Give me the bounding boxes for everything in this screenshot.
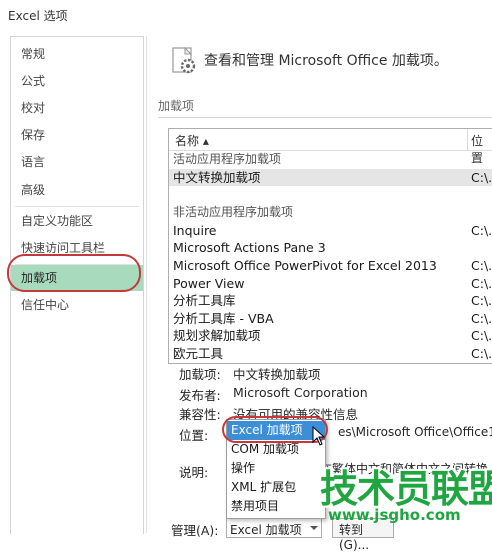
column-divider bbox=[467, 129, 468, 150]
highlight-ring bbox=[7, 254, 141, 292]
table-row[interactable]: Power View C:\... bbox=[169, 275, 492, 292]
title-bar: Excel 选项 bbox=[0, 0, 492, 30]
page-heading: 查看和管理 Microsoft Office 加载项。 bbox=[204, 53, 448, 69]
table-row[interactable]: Inquire C:\... bbox=[169, 222, 492, 239]
dropdown-option-actions[interactable]: 操作 bbox=[227, 459, 325, 478]
goto-button-label: 转到(G)... bbox=[339, 523, 370, 552]
table-row[interactable]: 中文转换加载项 C:\... bbox=[169, 169, 492, 186]
sidebar-item-proofing[interactable]: 校对 bbox=[11, 96, 143, 120]
sidebar-item-language[interactable]: 语言 bbox=[11, 150, 143, 174]
sidebar-item-customize-ribbon[interactable]: 自定义功能区 bbox=[11, 209, 143, 233]
window-title: Excel 选项 bbox=[8, 9, 68, 23]
manage-select[interactable]: Excel 加载项 bbox=[226, 518, 322, 538]
location-value: es\Microsoft Office\Office15 bbox=[338, 425, 492, 439]
table-row[interactable]: 规划求解加载项 C:\... bbox=[169, 327, 492, 344]
mouse-cursor-icon bbox=[312, 426, 326, 446]
section-title: 加载项 bbox=[158, 99, 195, 113]
sidebar-divider bbox=[15, 206, 139, 207]
group-header-inactive: 非活动应用程序加载项 bbox=[173, 205, 294, 219]
sidebar-item-save[interactable]: 保存 bbox=[11, 123, 143, 147]
sidebar-item-formulas[interactable]: 公式 bbox=[11, 69, 143, 93]
sidebar-item-general[interactable]: 常规 bbox=[11, 42, 143, 66]
publisher-label: 发布者: bbox=[179, 388, 221, 403]
dropdown-option-xml-expansion[interactable]: XML 扩展包 bbox=[227, 478, 325, 497]
table-row[interactable]: 分析工具库 C:\... bbox=[169, 292, 492, 309]
addin-value: 中文转换加载项 bbox=[233, 367, 321, 382]
dropdown-option-disabled-items[interactable]: 禁用项目 bbox=[227, 497, 325, 516]
table-row[interactable]: Microsoft Office PowerPivot for Excel 20… bbox=[169, 257, 492, 274]
publisher-value: Microsoft Corporation bbox=[233, 385, 368, 400]
table-header: 名称 ▴ 位置 bbox=[169, 129, 492, 165]
addins-gear-icon bbox=[172, 46, 196, 74]
manage-select-value: Excel 加载项 bbox=[230, 523, 302, 537]
location-label: 位置: bbox=[179, 428, 209, 443]
sidebar-item-advanced[interactable]: 高级 bbox=[11, 178, 143, 202]
table-row[interactable]: 欧元工具 C:\... bbox=[169, 345, 492, 362]
table-row[interactable]: 分析工具库 - VBA C:\... bbox=[169, 310, 492, 327]
column-header-name[interactable]: 名称 ▴ bbox=[175, 132, 209, 149]
manage-label: 管理(A): bbox=[171, 523, 219, 538]
table-row[interactable]: Microsoft Actions Pane 3 bbox=[169, 239, 492, 256]
chevron-down-icon bbox=[310, 526, 318, 530]
section-divider bbox=[158, 117, 492, 118]
addins-table[interactable]: 名称 ▴ 位置 活动应用程序加载项 中文转换加载项 C:\... 非活动应用程序… bbox=[168, 128, 492, 364]
description-label: 说明: bbox=[179, 465, 209, 480]
watermark-url: www.jsgho.com bbox=[328, 506, 461, 524]
watermark-logo: 技术员联盟 bbox=[320, 467, 492, 511]
group-header-active: 活动应用程序加载项 bbox=[173, 152, 282, 166]
sidebar-item-trust-center[interactable]: 信任中心 bbox=[11, 293, 143, 317]
addin-label: 加载项: bbox=[179, 367, 221, 382]
compat-label: 兼容性: bbox=[179, 407, 221, 422]
